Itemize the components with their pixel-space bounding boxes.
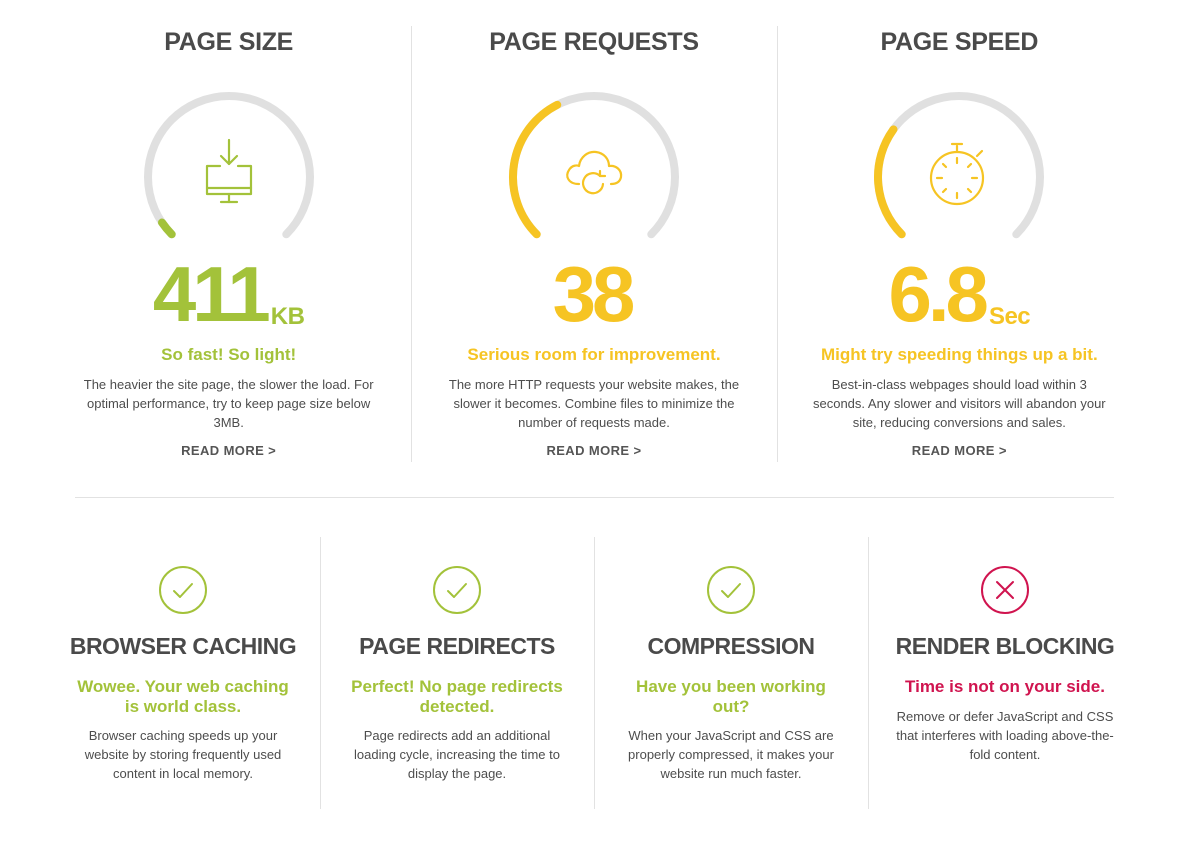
check-circle-icon (706, 565, 756, 620)
check-circle-icon (158, 565, 208, 620)
metric-unit: KB (270, 303, 305, 330)
gauge (864, 92, 1054, 254)
checks-section: BROWSER CACHING Wowee. Your web caching … (46, 537, 1142, 809)
check-description: When your JavaScript and CSS are properl… (628, 728, 834, 781)
check-description: Browser caching speeds up your website b… (84, 728, 282, 781)
check-title: PAGE REDIRECTS (359, 633, 555, 659)
metric-description: The more HTTP requests your website make… (448, 377, 740, 430)
check-render-blocking: RENDER BLOCKING Time is not on your side… (868, 537, 1142, 809)
metrics-section: PAGE SIZE 411 KB So fast! So light! The … (46, 0, 1142, 470)
check-headline: Wowee. Your web caching is world class. (77, 677, 289, 716)
download-monitor-icon (202, 138, 256, 210)
gauge (134, 92, 324, 254)
check-description: Page redirects add an additional loading… (354, 728, 560, 781)
check-headline: Perfect! No page redirects detected. (351, 677, 563, 716)
read-more-link[interactable]: READ MORE > (411, 443, 776, 458)
read-more-link[interactable]: READ MORE > (46, 443, 411, 458)
metric-title: PAGE SPEED (880, 28, 1039, 56)
metric-value: 38 (552, 250, 636, 338)
check-page-redirects: PAGE REDIRECTS Perfect! No page redirect… (320, 537, 594, 809)
metric-description: Best-in-class webpages should load withi… (812, 377, 1106, 430)
check-headline: Time is not on your side. (905, 677, 1105, 696)
cloud-sync-icon (559, 138, 629, 210)
x-circle-icon (980, 565, 1030, 620)
metric-value-row: 411 KB (46, 255, 411, 333)
metric-page-size: PAGE SIZE 411 KB So fast! So light! The … (46, 0, 411, 470)
metric-title: PAGE REQUESTS (489, 28, 699, 56)
metric-value-row: 6.8 Sec (777, 255, 1142, 333)
section-divider (75, 497, 1114, 498)
check-circle-icon (432, 565, 482, 620)
read-more-link[interactable]: READ MORE > (777, 443, 1142, 458)
metric-description: The heavier the site page, the slower th… (83, 377, 374, 430)
check-browser-caching: BROWSER CACHING Wowee. Your web caching … (46, 537, 320, 809)
check-title: RENDER BLOCKING (895, 633, 1115, 659)
check-compression: COMPRESSION Have you been working out? W… (594, 537, 868, 809)
metric-headline: Serious room for improvement. (467, 345, 721, 364)
metric-unit: Sec (988, 303, 1031, 330)
check-title: COMPRESSION (647, 633, 815, 659)
metric-value-row: 38 (411, 255, 776, 333)
metric-value: 411 (152, 250, 271, 338)
metric-headline: Might try speeding things up a bit. (820, 345, 1098, 364)
metric-title: PAGE SIZE (164, 28, 294, 56)
metric-value: 6.8 (888, 250, 989, 338)
check-headline: Have you been working out? (636, 677, 826, 716)
metric-page-requests: PAGE REQUESTS 38 Serious room for improv… (411, 0, 776, 470)
stopwatch-icon (927, 138, 991, 210)
check-title: BROWSER CACHING (69, 633, 297, 659)
gauge (499, 92, 689, 254)
metric-page-speed: PAGE SPEED 6.8 Sec Might try speeding th… (776, 0, 1142, 470)
metric-headline: So fast! So light! (161, 345, 297, 364)
check-description: Remove or defer JavaScript and CSS that … (896, 709, 1114, 762)
